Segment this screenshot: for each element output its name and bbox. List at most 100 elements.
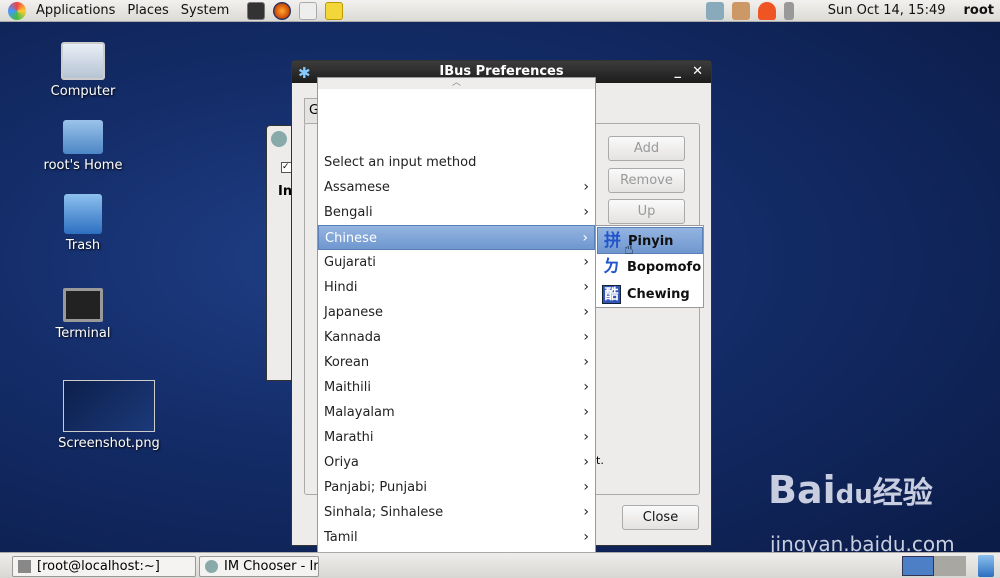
firefox-icon[interactable] [273,1,292,20]
mail-icon[interactable] [299,1,318,20]
menu-item-label: Panjabi; Punjabi [324,480,427,495]
menu-item-sinhala-sinhalese[interactable]: Sinhala; Sinhalese › [318,500,595,525]
clock[interactable]: Sun Oct 14, 15:49 [828,3,946,18]
terminal-icon [18,560,31,573]
desktop-icon-label: Terminal [55,326,111,341]
menu-item-oriya[interactable]: Oriya › [318,450,595,475]
task-im-chooser[interactable]: IM Chooser - In [199,556,319,577]
scroll-up-arrow[interactable]: ︿ [318,78,595,89]
chevron-right-icon: › [583,529,589,545]
workspace-1[interactable] [902,556,934,576]
mouse-cursor-icon: ☝ [624,239,634,258]
menu-item-assamese[interactable]: Assamese › [318,175,595,200]
chevron-right-icon: › [583,379,589,395]
menu-item-hindi[interactable]: Hindi › [318,275,595,300]
task-terminal[interactable]: [root@localhost:~] [12,556,196,577]
computer-icon [61,42,105,80]
notes-icon[interactable] [325,1,344,20]
im-chooser-icon [205,560,218,573]
updates-icon[interactable] [731,1,750,20]
pinyin-icon: 拼 [604,231,621,251]
desktop-icon-label: Trash [65,238,101,253]
trash-icon[interactable] [978,555,994,577]
submenu-label: Bopomofo [627,260,702,275]
home-folder-icon [63,120,103,154]
gear-icon: ✱ [298,64,311,82]
chevron-right-icon: › [582,230,588,246]
chevron-right-icon: › [583,179,589,195]
im-chooser-label: In [278,184,293,199]
submenu-item-pinyin[interactable]: 拼 Pinyin [597,227,703,254]
menu-item-label: Korean [324,355,370,370]
bopomofo-icon: ㄉ [603,257,620,277]
gnome-foot-icon[interactable] [8,1,26,20]
remove-button[interactable]: Remove [608,168,685,193]
menu-item-label: Malayalam [324,405,395,420]
submenu-label: Pinyin [628,234,674,249]
baidu-watermark: Baidu经验 [768,468,933,512]
menu-applications[interactable]: Applications [36,3,115,18]
menu-item-marathi[interactable]: Marathi › [318,425,595,450]
desktop-icon-screenshot[interactable]: Screenshot.png [54,380,164,451]
network-icon[interactable] [705,1,724,20]
chewing-icon: 酷 [602,285,621,304]
add-button[interactable]: Add [608,136,685,161]
menu-item-kannada[interactable]: Kannada › [318,325,595,350]
workspace-2[interactable] [934,556,966,576]
menu-item-bengali[interactable]: Bengali › [318,200,595,225]
taskbar: [root@localhost:~] IM Chooser - In [0,552,1000,578]
desktop-icon-trash[interactable]: Trash [28,194,138,253]
chevron-right-icon: › [583,329,589,345]
menu-item-gujarati[interactable]: Gujarati › [318,250,595,275]
chevron-right-icon: › [583,454,589,470]
terminal-icon [63,288,103,322]
terminal-launcher-icon[interactable] [247,1,266,20]
chevron-right-icon: › [583,354,589,370]
im-chooser-icon [271,131,287,147]
partial-text: t. [596,454,604,467]
menu-item-chinese[interactable]: Chinese › [318,225,595,250]
volume-icon[interactable] [783,1,794,20]
menu-places[interactable]: Places [127,3,168,18]
submenu-item-bopomofo[interactable]: ㄉ Bopomofo [597,254,703,281]
input-method-menu: ︿ Select an input method Assamese › Bengal… [317,77,596,578]
desktop-icon-label: root's Home [43,158,123,173]
chinese-submenu: 拼 Pinyin ㄉ Bopomofo 酷 Chewing ☝ [595,225,704,308]
desktop-icon-label: Computer [50,84,116,99]
chevron-right-icon: › [583,204,589,220]
menu-item-label: Sinhala; Sinhalese [324,505,444,520]
menu-item-label: Chinese [325,231,377,246]
desktop-icon-computer[interactable]: Computer [28,42,138,99]
menu-item-label: Kannada [324,330,381,345]
menu-item-malayalam[interactable]: Malayalam › [318,400,595,425]
task-label: IM Chooser - In [224,559,319,574]
menu-item-label: Gujarati [324,255,376,270]
chevron-right-icon: › [583,429,589,445]
minimize-button[interactable]: _ [675,61,682,83]
close-window-button[interactable]: ✕ [692,61,703,83]
menu-item-japanese[interactable]: Japanese › [318,300,595,325]
chevron-right-icon: › [583,304,589,320]
up-button[interactable]: Up [608,199,685,224]
submenu-item-chewing[interactable]: 酷 Chewing [597,281,703,308]
menu-item-label: Maithili [324,380,371,395]
menu-item-label: Bengali [324,205,373,220]
menu-item-label: Tamil [324,530,358,545]
chevron-right-icon: › [583,279,589,295]
desktop-icon-home[interactable]: root's Home [28,120,138,173]
menu-item-tamil[interactable]: Tamil › [318,525,595,550]
close-button[interactable]: Close [622,505,699,530]
menu-system[interactable]: System [181,3,229,18]
user-name[interactable]: root [964,3,995,18]
chevron-right-icon: › [583,479,589,495]
task-label: [root@localhost:~] [37,559,160,574]
menu-item-panjabi-punjabi[interactable]: Panjabi; Punjabi › [318,475,595,500]
menu-item-korean[interactable]: Korean › [318,350,595,375]
image-thumbnail-icon [63,380,155,432]
submenu-label: Chewing [627,287,690,302]
desktop-icon-terminal[interactable]: Terminal [28,288,138,341]
top-panel: Applications Places System Sun Oct 14, 1… [0,0,1000,22]
alert-icon[interactable] [757,1,776,20]
menu-item-maithili[interactable]: Maithili › [318,375,595,400]
trash-icon [64,194,102,234]
